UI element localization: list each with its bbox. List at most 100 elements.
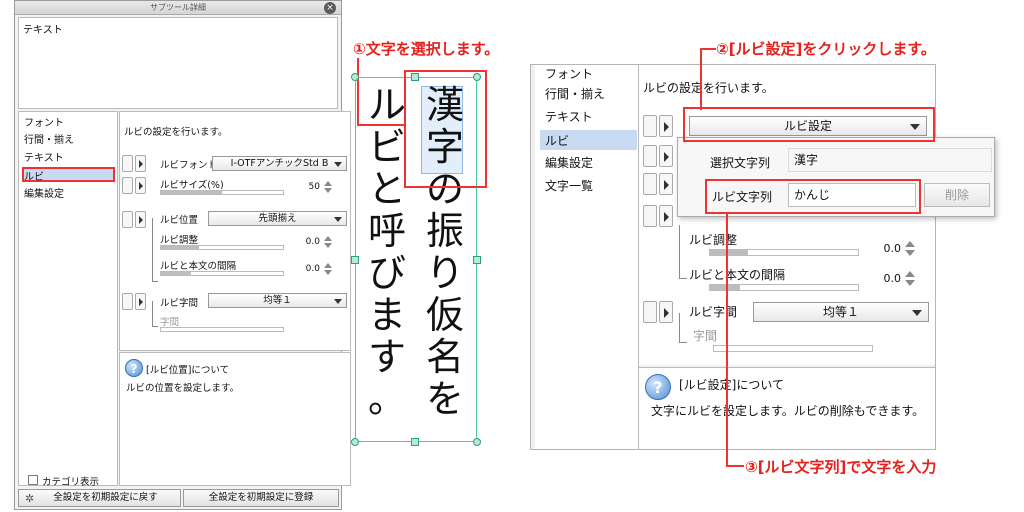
delete-ruby-button[interactable]: 削除	[924, 183, 990, 207]
group-bracket	[679, 313, 687, 343]
selected-string-label: 選択文字列	[710, 156, 771, 170]
help-icon: ?	[125, 359, 143, 377]
frame-handle[interactable]	[351, 256, 359, 264]
text-char: り	[425, 251, 464, 295]
text-char: 仮	[425, 293, 464, 337]
help-icon: ?	[645, 374, 671, 400]
ruby-char-spacing-dropdown[interactable]: 均等１	[208, 293, 347, 308]
text-char: 呼	[367, 209, 406, 253]
category-char-list[interactable]: 文字一覧	[545, 177, 593, 194]
settings-intro: ルビの設定を行います。	[124, 127, 228, 138]
expand-icon[interactable]	[135, 293, 146, 310]
category-edit-settings[interactable]: 編集設定	[24, 185, 64, 200]
lock-toggle[interactable]	[122, 293, 133, 310]
frame-handle[interactable]	[351, 73, 359, 81]
ruby-spacing-slider[interactable]	[160, 271, 284, 276]
step2-leader-line	[700, 48, 716, 110]
ruby-position-label: ルビ位置	[160, 215, 199, 226]
step2-callout: ②[ルビ設定]をクリックします。	[716, 40, 936, 58]
stepper-icon[interactable]	[324, 236, 332, 248]
reset-all-settings-button[interactable]: ✲ 全設定を初期設定に戻す	[18, 489, 181, 507]
frame-handle[interactable]	[473, 438, 481, 446]
lock-toggle[interactable]	[122, 177, 133, 194]
lock-toggle[interactable]	[643, 145, 657, 167]
expand-icon[interactable]	[659, 301, 673, 323]
expand-icon[interactable]	[659, 115, 673, 137]
frame-handle[interactable]	[351, 438, 359, 446]
char-spacing-slider[interactable]	[160, 327, 284, 332]
stepper-icon[interactable]	[324, 263, 332, 275]
category-font[interactable]: フォント	[24, 114, 64, 129]
category-list: フォント 行間・揃え テキスト ルビ 編集設定 カテゴリ表示	[18, 111, 118, 488]
ruby-font-dropdown[interactable]: I-OTFアンチックStd B	[212, 156, 347, 171]
lock-toggle[interactable]	[643, 115, 657, 137]
preview-area: テキスト	[18, 17, 338, 109]
category-text[interactable]: テキスト	[24, 149, 64, 164]
category-font[interactable]: フォント	[545, 65, 593, 82]
close-icon[interactable]: ×	[324, 2, 336, 14]
ruby-adjust-value: 0.0	[883, 242, 902, 255]
ruby-adjust-slider-fill	[161, 246, 199, 249]
chevron-down-icon	[334, 299, 342, 304]
help-area: ? [ルビ設定]について 文字にルビを設定します。ルビの削除もできます。	[639, 367, 935, 449]
chevron-down-icon	[334, 162, 342, 167]
ruby-position-dropdown[interactable]: 先頭揃え	[208, 211, 347, 226]
category-display-checkbox[interactable]	[28, 475, 38, 485]
kanji-highlight-box	[404, 70, 487, 188]
text-char: ま	[367, 293, 406, 337]
expand-icon[interactable]	[135, 155, 146, 172]
category-line-spacing[interactable]: 行間・揃え	[545, 85, 605, 102]
char-spacing-label: 字間	[160, 317, 180, 328]
expand-icon[interactable]	[659, 205, 673, 227]
lock-toggle[interactable]	[122, 155, 133, 172]
lock-toggle[interactable]	[643, 173, 657, 195]
settings-area: ルビの設定を行います。 ルビフォント I-OTFアンチックStd B ルビサイズ…	[119, 111, 351, 351]
ruby-adjust-slider[interactable]	[160, 245, 284, 250]
lock-toggle[interactable]	[643, 205, 657, 227]
lock-toggle[interactable]	[122, 211, 133, 228]
ruby-adjust-label: ルビ調整	[160, 235, 199, 246]
lock-toggle[interactable]	[643, 301, 657, 323]
category-line-spacing[interactable]: 行間・揃え	[24, 131, 74, 146]
ruby-char-spacing-dropdown[interactable]: 均等１	[753, 302, 929, 322]
category-text[interactable]: テキスト	[545, 108, 593, 125]
ruby-char-spacing-value: 均等１	[263, 295, 292, 306]
text-char: 名	[425, 335, 464, 379]
chevron-down-icon	[912, 310, 922, 316]
ruby-size-label: ルビサイズ(%)	[160, 180, 224, 191]
register-default-settings-button[interactable]: 全設定を初期設定に登録	[183, 489, 339, 507]
panel-title: サブツール詳細	[150, 3, 206, 12]
stepper-icon[interactable]	[324, 181, 332, 193]
reset-all-settings-label: 全設定を初期設定に戻す	[53, 492, 158, 503]
ruby-spacing-value: 0.0	[883, 272, 902, 285]
expand-icon[interactable]	[659, 145, 673, 167]
category-ruby[interactable]: ルビ	[24, 168, 44, 183]
stepper-icon[interactable]	[905, 241, 915, 257]
ruby-setting-highlight-box	[683, 107, 935, 142]
text-char: 。	[367, 377, 406, 421]
ruby-size-value: 50	[308, 182, 320, 192]
step1-callout: ①文字を選択します。	[353, 40, 500, 58]
help-title: [ルビ位置]について	[146, 365, 230, 376]
ruby-size-slider[interactable]	[160, 190, 284, 195]
preview-label: テキスト	[23, 25, 63, 36]
chevron-down-icon	[334, 217, 342, 222]
expand-icon[interactable]	[659, 173, 673, 195]
stepper-icon[interactable]	[905, 271, 915, 287]
frame-handle[interactable]	[411, 438, 419, 446]
group-bracket	[152, 301, 158, 327]
category-display-label: カテゴリ表示	[42, 477, 100, 488]
panel-titlebar[interactable]: サブツール詳細 ×	[15, 1, 341, 15]
ruby-spacing-label: ルビと本文の間隔	[160, 261, 237, 272]
group-bracket	[679, 225, 687, 279]
sub-tool-detail-panel: サブツール詳細 × テキスト フォント 行間・揃え テキスト ルビ 編集設定 カ…	[14, 0, 351, 510]
category-edit-settings[interactable]: 編集設定	[545, 154, 593, 171]
ruby-font-value: I-OTFアンチックStd B	[230, 158, 329, 169]
expand-icon[interactable]	[135, 211, 146, 228]
category-ruby[interactable]: ルビ	[545, 132, 569, 149]
category-list: フォント 行間・揃え テキスト ルビ 編集設定 文字一覧	[535, 65, 639, 449]
frame-handle[interactable]	[473, 256, 481, 264]
text-char: を	[425, 377, 464, 421]
group-bracket	[152, 218, 158, 282]
expand-icon[interactable]	[135, 177, 146, 194]
